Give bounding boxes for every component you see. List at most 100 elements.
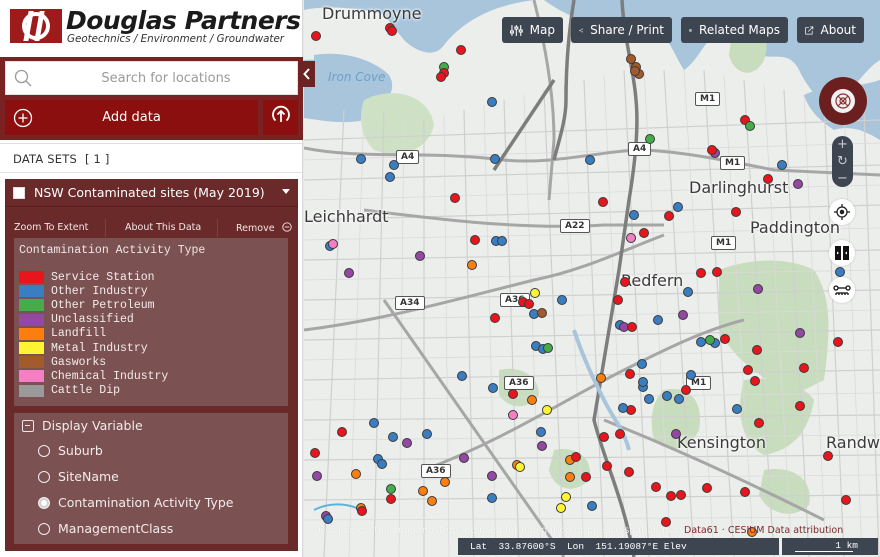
- site-marker[interactable]: [639, 228, 649, 238]
- site-marker[interactable]: [681, 385, 691, 395]
- site-marker[interactable]: [312, 471, 322, 481]
- site-marker[interactable]: [671, 429, 681, 439]
- site-marker[interactable]: [351, 469, 361, 479]
- site-marker[interactable]: [587, 501, 597, 511]
- site-marker[interactable]: [683, 287, 693, 297]
- site-marker[interactable]: [644, 394, 654, 404]
- collapse-sidebar-button[interactable]: [299, 61, 315, 87]
- site-marker[interactable]: [651, 482, 661, 492]
- site-marker[interactable]: [487, 471, 497, 481]
- site-marker[interactable]: [387, 26, 397, 36]
- site-marker[interactable]: [696, 268, 706, 278]
- site-marker[interactable]: [615, 429, 625, 439]
- search-input[interactable]: [36, 62, 296, 94]
- display-option-sitename[interactable]: SiteName: [38, 469, 119, 484]
- site-marker[interactable]: [427, 496, 437, 506]
- site-marker[interactable]: [508, 410, 518, 420]
- upload-button[interactable]: [263, 100, 298, 135]
- site-marker[interactable]: [487, 493, 497, 503]
- display-variable-toggle[interactable]: Display Variable: [22, 418, 143, 433]
- site-marker[interactable]: [598, 197, 608, 207]
- site-marker[interactable]: [556, 503, 566, 513]
- site-marker[interactable]: [537, 441, 547, 451]
- site-marker[interactable]: [356, 154, 366, 164]
- site-marker[interactable]: [732, 404, 742, 414]
- site-marker[interactable]: [323, 514, 333, 524]
- site-marker[interactable]: [536, 427, 546, 437]
- site-marker[interactable]: [674, 394, 684, 404]
- site-marker[interactable]: [490, 313, 500, 323]
- site-marker[interactable]: [527, 395, 537, 405]
- site-marker[interactable]: [328, 239, 338, 249]
- site-marker[interactable]: [542, 405, 552, 415]
- site-marker[interactable]: [599, 432, 609, 442]
- site-marker[interactable]: [753, 284, 763, 294]
- site-marker[interactable]: [799, 363, 809, 373]
- map-settings-button[interactable]: Map: [502, 17, 563, 43]
- site-marker[interactable]: [571, 452, 581, 462]
- data-attribution-link[interactable]: Data attribution: [768, 525, 844, 536]
- about-button[interactable]: About: [797, 17, 864, 43]
- map-view[interactable]: Iron Cove Drummoyne Leichhardt Darlinghu…: [304, 0, 880, 557]
- radio-button[interactable]: [38, 444, 50, 457]
- site-marker[interactable]: [795, 401, 805, 411]
- site-marker[interactable]: [645, 134, 655, 144]
- site-marker[interactable]: [389, 160, 399, 170]
- site-marker[interactable]: [357, 506, 367, 516]
- site-marker[interactable]: [508, 389, 518, 399]
- site-marker[interactable]: [637, 359, 647, 369]
- site-marker[interactable]: [835, 267, 845, 277]
- about-this-data-link[interactable]: About This Data: [125, 222, 201, 233]
- site-marker[interactable]: [456, 45, 466, 55]
- measure-tool-button[interactable]: [829, 277, 855, 303]
- site-marker[interactable]: [488, 383, 498, 393]
- site-marker[interactable]: [530, 288, 540, 298]
- site-marker[interactable]: [344, 268, 354, 278]
- site-marker[interactable]: [740, 487, 750, 497]
- radio-button-selected[interactable]: [38, 496, 50, 509]
- site-marker[interactable]: [524, 299, 534, 309]
- site-marker[interactable]: [620, 277, 630, 287]
- site-marker[interactable]: [763, 174, 773, 184]
- dataset-header[interactable]: NSW Contaminated sites (May 2019): [5, 179, 298, 207]
- site-marker[interactable]: [707, 145, 717, 155]
- site-marker[interactable]: [638, 377, 648, 387]
- site-marker[interactable]: [793, 179, 803, 189]
- location-search[interactable]: [5, 61, 298, 95]
- site-marker[interactable]: [487, 97, 497, 107]
- site-marker[interactable]: [561, 492, 571, 502]
- site-marker[interactable]: [613, 295, 623, 305]
- site-marker[interactable]: [497, 236, 507, 246]
- radio-button[interactable]: [38, 522, 50, 535]
- site-marker[interactable]: [841, 495, 851, 505]
- site-marker[interactable]: [702, 483, 712, 493]
- site-marker[interactable]: [624, 467, 634, 477]
- site-marker[interactable]: [743, 365, 753, 375]
- caret-down-icon[interactable]: [282, 189, 290, 194]
- site-marker[interactable]: [388, 432, 398, 442]
- site-marker[interactable]: [686, 370, 696, 380]
- my-location-button[interactable]: [829, 199, 855, 225]
- dataset-visibility-checkbox[interactable]: [13, 187, 25, 199]
- site-marker[interactable]: [565, 472, 575, 482]
- site-marker[interactable]: [731, 207, 741, 217]
- site-marker[interactable]: [745, 121, 755, 131]
- credit-data61-link[interactable]: Data61: [684, 525, 719, 536]
- zoom-to-extent-link[interactable]: Zoom To Extent: [14, 222, 88, 233]
- site-marker[interactable]: [653, 315, 663, 325]
- site-marker[interactable]: [467, 260, 477, 270]
- site-marker[interactable]: [490, 154, 500, 164]
- site-marker[interactable]: [823, 451, 833, 461]
- site-marker[interactable]: [673, 202, 683, 212]
- site-marker[interactable]: [415, 251, 425, 261]
- site-marker[interactable]: [596, 373, 606, 383]
- site-marker[interactable]: [777, 160, 787, 170]
- compass-control[interactable]: [819, 77, 867, 125]
- site-marker[interactable]: [750, 376, 760, 386]
- site-marker[interactable]: [543, 343, 553, 353]
- site-marker[interactable]: [662, 391, 672, 401]
- share-print-button[interactable]: Share / Print: [571, 17, 672, 43]
- site-marker[interactable]: [602, 461, 612, 471]
- site-marker[interactable]: [754, 418, 764, 428]
- site-marker[interactable]: [676, 490, 686, 500]
